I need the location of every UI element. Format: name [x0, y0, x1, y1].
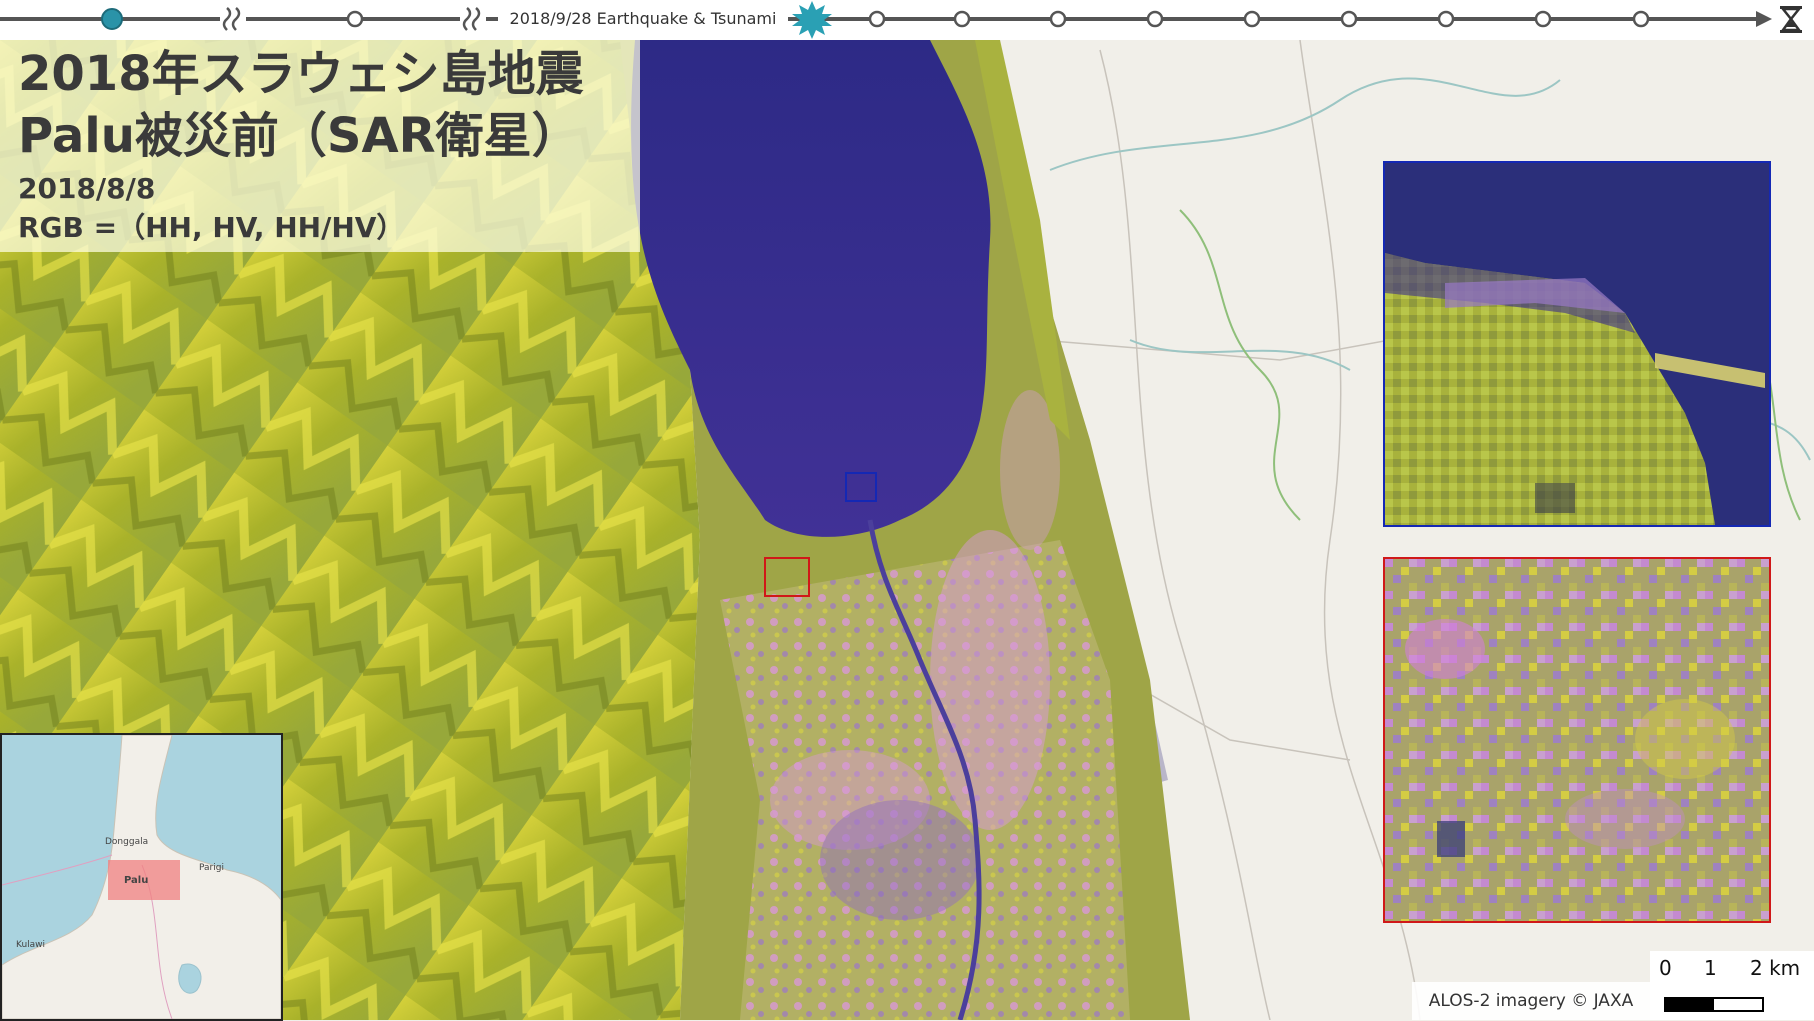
imagery-credit: ALOS-2 imagery © JAXA: [1412, 982, 1650, 1020]
wavy-break-icon: [460, 7, 486, 31]
timeline-graphic: [0, 1, 1802, 39]
zoom-red-graphic: [1385, 559, 1769, 921]
wavy-break-icon: [220, 7, 246, 31]
title-panel: 2018年スラウェシ島地震 Palu被災前（SAR衛星） 2018/8/8 RG…: [0, 40, 640, 252]
event-label[interactable]: 2018/9/28 Earthquake & Tsunami: [498, 9, 788, 28]
timeline-marker[interactable]: [1340, 10, 1358, 28]
inset-label-palu: Palu: [124, 875, 149, 886]
inset-label-parigi: Parigi: [199, 863, 224, 873]
timeline-marker[interactable]: [868, 10, 886, 28]
hourglass-icon[interactable]: [1780, 6, 1802, 33]
timeline-marker[interactable]: [1243, 10, 1261, 28]
timeline-marker[interactable]: [1146, 10, 1164, 28]
title-line-2: Palu被災前（SAR衛星）: [18, 108, 580, 164]
scale-bar: [1664, 997, 1764, 1012]
inset-label-donggala: Donggala: [105, 837, 149, 847]
timeline-marker[interactable]: [1049, 10, 1067, 28]
zoom-panel-red[interactable]: [1383, 557, 1771, 923]
scale-bar-box: 0 1 2 km: [1650, 951, 1814, 1020]
scale-label-0: 0: [1659, 956, 1672, 980]
zoom-blue-graphic: [1385, 163, 1769, 525]
timeline-marker[interactable]: [346, 10, 364, 28]
timeline-arrow-icon: [1756, 11, 1772, 27]
zoom-panel-blue[interactable]: [1383, 161, 1771, 527]
inset-lake: [178, 963, 202, 994]
rgb-composition: RGB =（HH, HV, HH/HV）: [18, 211, 405, 244]
timeline-marker[interactable]: [953, 10, 971, 28]
scale-bar-fill: [1666, 999, 1714, 1010]
acquisition-date: 2018/8/8: [18, 172, 156, 205]
timeline-marker[interactable]: [1632, 10, 1650, 28]
timeline-current-marker[interactable]: [101, 8, 123, 30]
timeline: 2018/9/28 Earthquake & Tsunami: [0, 0, 1814, 40]
timeline-marker[interactable]: [1437, 10, 1455, 28]
scale-label-2: 2 km: [1750, 956, 1801, 980]
inset-label-kulawi: Kulawi: [16, 940, 46, 950]
title-line-1: 2018年スラウェシ島地震: [18, 46, 584, 102]
timeline-marker[interactable]: [1534, 10, 1552, 28]
scale-label-1: 1: [1704, 956, 1717, 980]
inset-locator-map[interactable]: Palu Donggala Parigi Kulawi: [0, 733, 283, 1021]
